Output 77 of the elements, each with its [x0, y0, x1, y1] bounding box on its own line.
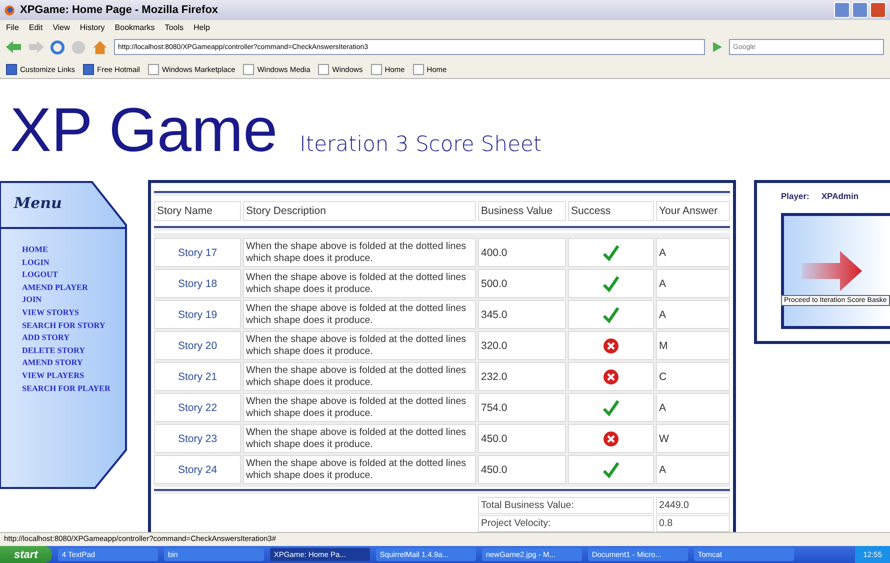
menu-link[interactable]: AMEND PLAYER [22, 282, 88, 294]
table-cell: A [656, 238, 730, 267]
total-label: Project Velocity: [478, 515, 654, 532]
total-value: 0.8 [656, 515, 730, 532]
menu-item[interactable]: File [6, 22, 19, 32]
table-cell: 754.0 [478, 393, 566, 422]
browser-icon [4, 4, 15, 16]
menu-item[interactable]: Tools [164, 22, 184, 32]
menu-link[interactable]: DELETE STORY [22, 344, 86, 358]
table-cell: 345.0 [478, 300, 566, 329]
proceed-button[interactable] [781, 213, 890, 329]
player-label: Player: [781, 191, 810, 201]
table-cell: When the shape above is folded at the dotted lines which shape does it produce. [243, 269, 476, 298]
menu-link[interactable]: JOIN [22, 294, 42, 307]
story-link[interactable]: Story 21 [154, 362, 241, 391]
table-cell: W [656, 424, 730, 453]
menu-item[interactable]: Bookmarks [114, 22, 155, 32]
table-cell: A [656, 455, 730, 484]
reload-icon[interactable] [50, 40, 65, 54]
table-cell: When the shape above is folded at the dotted lines which shape does it produce. [243, 424, 476, 453]
story-link[interactable]: Story 22 [154, 393, 241, 422]
column-header: Your Answer [656, 201, 730, 221]
table-cell: C [656, 362, 730, 391]
table-cell: When the shape above is folded at the dotted lines which shape does it produce. [243, 393, 476, 422]
column-header: Success [568, 201, 654, 221]
table-cell: 450.0 [478, 455, 566, 484]
menu-link[interactable]: SEARCH FOR STORY [22, 320, 106, 332]
table-cell: 320.0 [478, 331, 566, 360]
home-icon[interactable] [92, 40, 108, 54]
table-cell: 500.0 [478, 269, 566, 298]
table-cell: A [656, 393, 730, 422]
table-cell: When the shape above is folded at the dotted lines which shape does it produce. [243, 362, 476, 391]
table-cell: A [656, 269, 730, 298]
table-cell: When the shape above is folded at the dotted lines which shape does it produce. [243, 300, 476, 329]
story-link[interactable]: Story 19 [154, 300, 241, 329]
total-value: 2449.0 [656, 497, 730, 514]
menu-link[interactable]: ADD STORY [22, 332, 70, 345]
back-icon[interactable] [6, 40, 22, 54]
menu-link[interactable]: VIEW STORYS [22, 306, 79, 320]
window-title: XPGame: Home Page - Mozilla Firefox [20, 4, 220, 16]
menu-link[interactable]: VIEW PLAYERS [22, 370, 84, 383]
menu-link[interactable]: HOME [22, 244, 48, 257]
maximize-button[interactable] [852, 2, 868, 18]
start-button[interactable]: start [0, 546, 52, 563]
story-link[interactable]: Story 18 [154, 269, 241, 298]
close-button[interactable] [870, 2, 886, 18]
table-cell: 450.0 [478, 424, 566, 453]
table-cell: When the shape above is folded at the dotted lines which shape does it produce. [243, 331, 476, 360]
menu-title: Menu [12, 193, 63, 214]
menu-link[interactable]: SEARCH FOR PLAYER [22, 382, 110, 396]
menu-item[interactable]: Edit [28, 22, 43, 32]
site-logo: XP Game [10, 100, 278, 162]
table-cell: 400.0 [478, 238, 566, 267]
minimize-button[interactable] [834, 2, 850, 18]
menu-item[interactable]: Help [193, 22, 210, 32]
table-cell: When the shape above is folded at the dotted lines which shape does it produce. [243, 238, 476, 267]
table-cell: A [656, 300, 730, 329]
story-link[interactable]: Story 24 [154, 455, 241, 484]
menu-link[interactable]: LOGOUT [22, 269, 58, 282]
story-link[interactable]: Story 23 [154, 424, 241, 453]
menu-link[interactable]: AMEND STORY [22, 357, 83, 370]
menu-item[interactable]: View [52, 22, 70, 32]
page-subtitle: Iteration 3 Score Sheet [300, 132, 542, 156]
total-label: Total Business Value: [478, 497, 654, 514]
column-header: Business Value [478, 201, 566, 221]
table-cell: When the shape above is folded at the dotted lines which shape does it produce. [243, 455, 476, 484]
menu-item[interactable]: History [80, 22, 105, 32]
arrow-icon [802, 251, 862, 291]
story-link[interactable]: Story 17 [154, 238, 241, 267]
column-header: Story Name [154, 201, 241, 221]
player-name: XPAdmin [821, 191, 859, 201]
menu-link[interactable]: LOGIN [22, 256, 50, 270]
column-header: Story Description [243, 201, 476, 221]
story-link[interactable]: Story 20 [154, 331, 241, 360]
table-cell: M [656, 331, 730, 360]
go-icon[interactable] [711, 41, 723, 53]
table-cell: 232.0 [478, 362, 566, 391]
